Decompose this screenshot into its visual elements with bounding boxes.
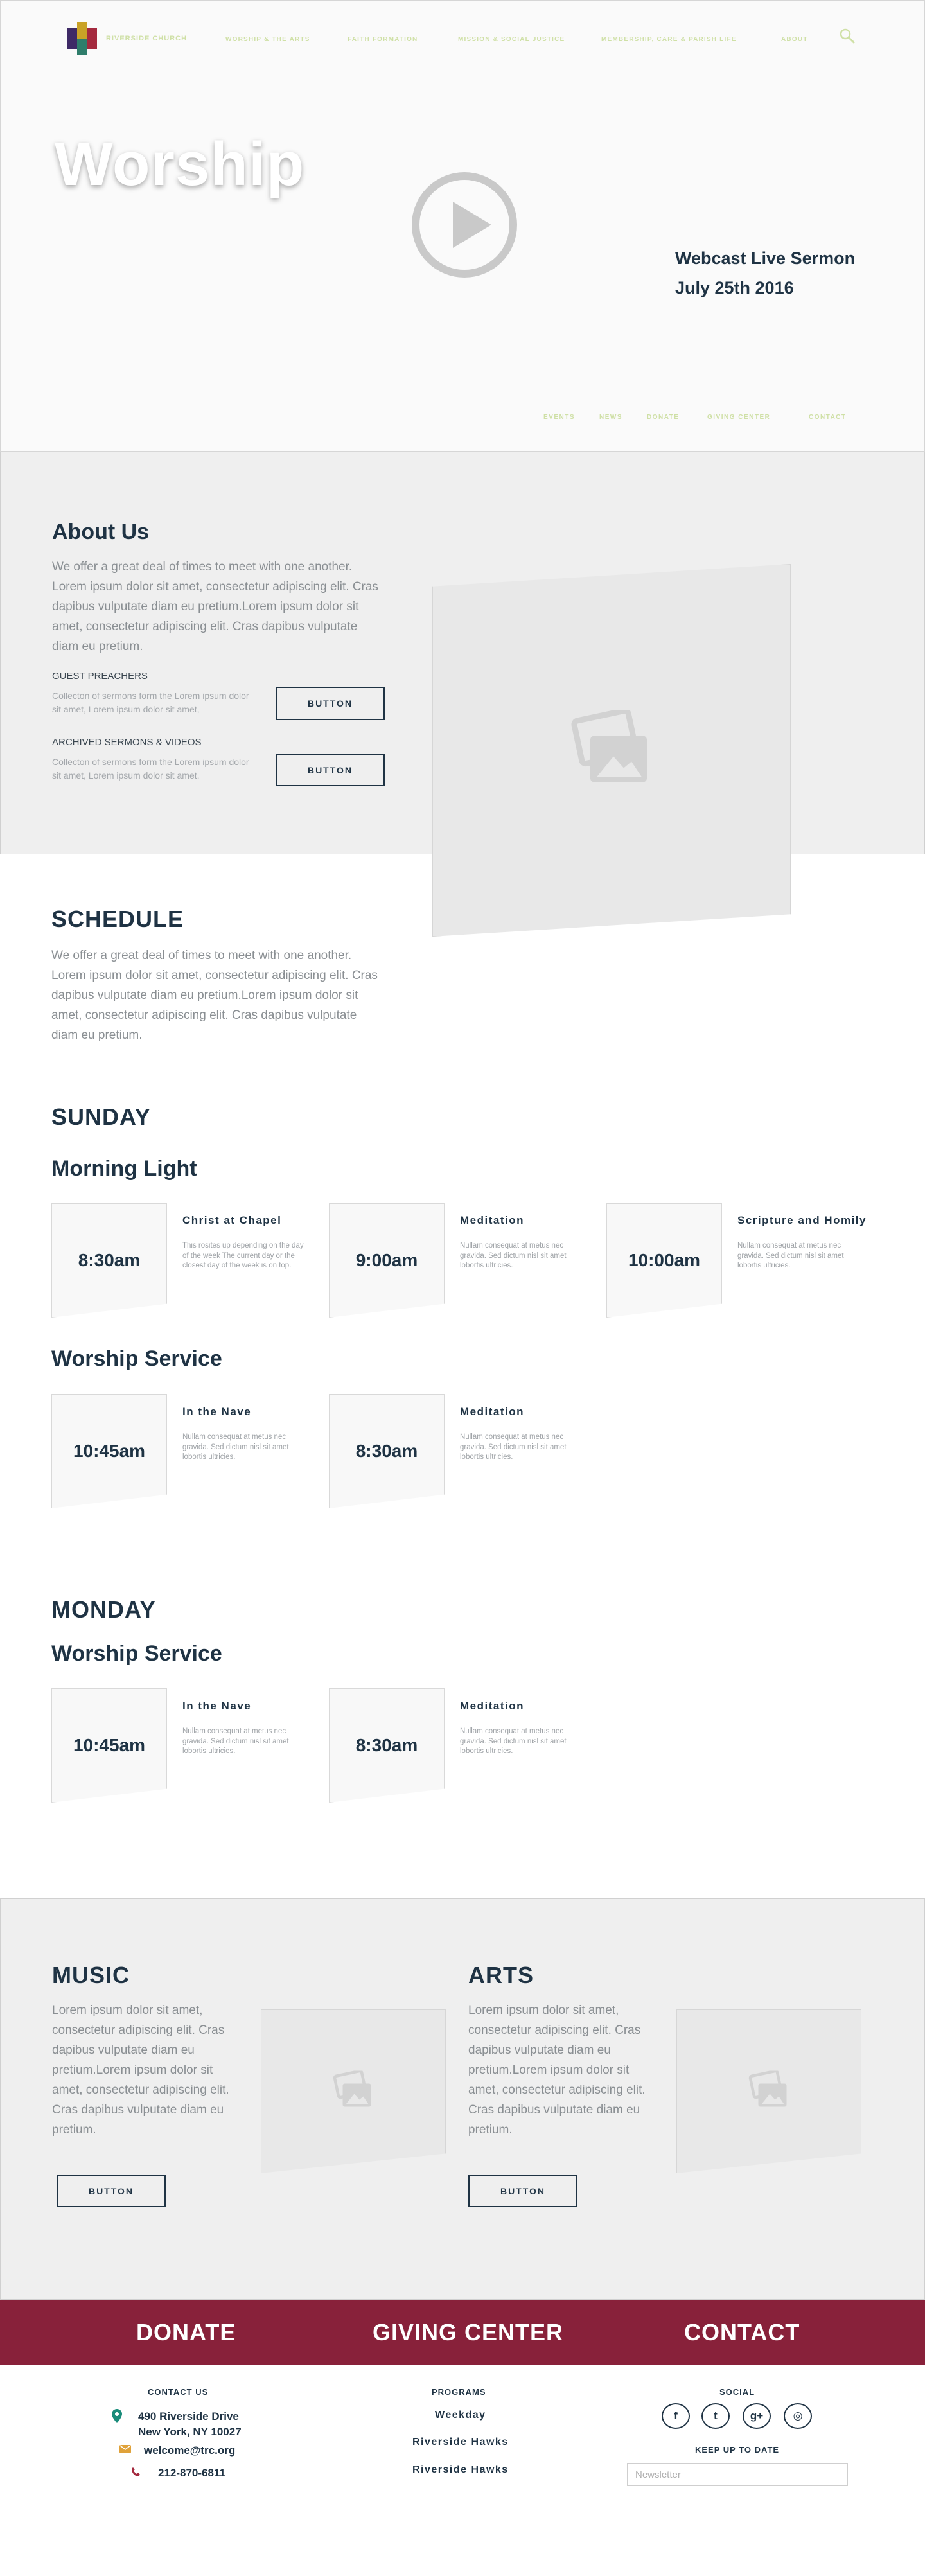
program-link-riverside-hawks-2[interactable]: Riverside Hawks xyxy=(412,2464,509,2476)
time-card[interactable]: 8:30am xyxy=(51,1203,167,1318)
contact-link[interactable]: CONTACT xyxy=(684,2319,800,2346)
phone-link[interactable]: 212-870-6811 xyxy=(158,2467,225,2480)
image-icon xyxy=(570,707,653,791)
event-desc: Nullam consequat at metus nec gravida. S… xyxy=(182,1727,289,1755)
image-icon xyxy=(332,2069,374,2112)
top-nav: RIVERSIDE CHURCH WORSHIP & THE ARTS FAIT… xyxy=(1,19,925,57)
subnav-donate[interactable]: DONATE xyxy=(647,414,679,421)
facebook-icon[interactable]: f xyxy=(662,2403,690,2429)
event-title: Meditation xyxy=(460,1700,524,1712)
nav-item-membership[interactable]: MEMBERSHIP, CARE & PARISH LIFE xyxy=(601,36,737,43)
sunday-heading: SUNDAY xyxy=(51,1104,151,1130)
arts-button[interactable]: BUTTON xyxy=(468,2175,577,2207)
donate-link[interactable]: DONATE xyxy=(136,2319,236,2346)
archived-sermons-label: ARCHIVED SERMONS & VIDEOS xyxy=(52,737,202,748)
arts-body: Lorem ipsum dolor sit amet, consectetur … xyxy=(468,2004,646,2137)
subnav-events[interactable]: EVENTS xyxy=(543,414,575,421)
event-title: Scripture and Homily xyxy=(737,1214,867,1226)
worship-service-heading: Worship Service xyxy=(51,1346,222,1371)
event-desc: Nullam consequat at metus nec gravida. S… xyxy=(737,1242,844,1269)
nav-item-about[interactable]: ABOUT xyxy=(781,36,808,43)
social-heading: SOCIAL xyxy=(719,2387,755,2397)
search-icon[interactable] xyxy=(839,28,856,44)
page: RIVERSIDE CHURCH WORSHIP & THE ARTS FAIT… xyxy=(0,0,925,2576)
logo-mark-icon xyxy=(67,22,97,55)
nav-item-mission[interactable]: MISSION & SOCIAL JUSTICE xyxy=(458,36,565,43)
play-icon xyxy=(453,202,491,248)
instagram-icon[interactable]: ◎ xyxy=(784,2403,812,2429)
play-button[interactable] xyxy=(412,172,517,278)
arts-heading: ARTS xyxy=(468,1962,534,1988)
event-desc: Nullam consequat at metus nec gravida. S… xyxy=(460,1242,567,1269)
logo[interactable]: RIVERSIDE CHURCH xyxy=(67,22,187,55)
time-card[interactable]: 8:30am xyxy=(329,1394,445,1508)
webcast-date: July 25th 2016 xyxy=(675,278,794,297)
time-card[interactable]: 10:45am xyxy=(51,1688,167,1803)
google-plus-icon[interactable]: g+ xyxy=(743,2403,771,2429)
giving-center-link[interactable]: GIVING CENTER xyxy=(373,2319,563,2346)
worship-service-heading: Worship Service xyxy=(51,1641,222,1666)
event-desc: Nullam consequat at metus nec gravida. S… xyxy=(460,1727,567,1755)
program-link-weekday[interactable]: Weekday xyxy=(435,2410,486,2421)
schedule-heading: SCHEDULE xyxy=(51,906,184,932)
event-title: In the Nave xyxy=(182,1406,252,1418)
email-link[interactable]: welcome@trc.org xyxy=(144,2444,235,2457)
time-card[interactable]: 8:30am xyxy=(329,1688,445,1803)
location-pin-icon xyxy=(112,2409,122,2423)
guest-preachers-label: GUEST PREACHERS xyxy=(52,671,148,682)
page-title: Worship xyxy=(55,130,305,198)
schedule-body: We offer a great deal of times to meet w… xyxy=(51,949,378,1042)
address-line-2: New York, NY 10027 xyxy=(138,2426,242,2438)
hero-section: RIVERSIDE CHURCH WORSHIP & THE ARTS FAIT… xyxy=(0,0,925,452)
keep-up-heading: KEEP UP TO DATE xyxy=(695,2445,780,2455)
time-card[interactable]: 9:00am xyxy=(329,1203,445,1318)
webcast-info: Webcast Live Sermon July 25th 2016 xyxy=(675,243,855,303)
about-image-placeholder xyxy=(432,564,791,937)
music-body: Lorem ipsum dolor sit amet, consectetur … xyxy=(52,2004,229,2137)
event-title: Christ at Chapel xyxy=(182,1214,282,1226)
time-card[interactable]: 10:45am xyxy=(51,1394,167,1508)
logo-text: RIVERSIDE CHURCH xyxy=(106,35,188,42)
subnav-giving-center[interactable]: GIVING CENTER xyxy=(707,414,770,421)
nav-item-worship-arts[interactable]: WORSHIP & THE ARTS xyxy=(225,36,310,43)
twitter-icon[interactable]: t xyxy=(701,2403,730,2429)
event-title: Meditation xyxy=(460,1406,524,1418)
webcast-title: Webcast Live Sermon xyxy=(675,249,856,268)
cta-bar: DONATE GIVING CENTER CONTACT xyxy=(0,2300,925,2365)
event-desc: Nullam consequat at metus nec gravida. S… xyxy=(182,1433,289,1461)
guest-preachers-button[interactable]: BUTTON xyxy=(276,687,385,720)
event-title: Meditation xyxy=(460,1214,524,1226)
music-button[interactable]: BUTTON xyxy=(57,2175,166,2207)
guest-preachers-text: Collecton of sermons form the Lorem ipsu… xyxy=(52,691,249,714)
programs-heading: PROGRAMS xyxy=(432,2387,486,2397)
phone-icon xyxy=(132,2467,140,2476)
music-arts-section: MUSIC Lorem ipsum dolor sit amet, consec… xyxy=(0,1898,925,2300)
address-line-1: 490 Riverside Drive xyxy=(138,2410,239,2422)
morning-light-heading: Morning Light xyxy=(51,1156,197,1181)
newsletter-input[interactable] xyxy=(627,2463,848,2486)
image-icon xyxy=(748,2069,790,2112)
program-link-riverside-hawks[interactable]: Riverside Hawks xyxy=(412,2437,509,2448)
email-icon xyxy=(119,2445,131,2453)
archived-sermons-text: Collecton of sermons form the Lorem ipsu… xyxy=(52,757,249,781)
monday-heading: MONDAY xyxy=(51,1596,156,1623)
music-image-placeholder xyxy=(261,2009,446,2173)
event-title: In the Nave xyxy=(182,1700,252,1712)
arts-image-placeholder xyxy=(676,2009,861,2173)
archived-sermons-button[interactable]: BUTTON xyxy=(276,754,385,786)
nav-item-faith-formation[interactable]: FAITH FORMATION xyxy=(348,36,418,43)
event-desc: Nullam consequat at metus nec gravida. S… xyxy=(460,1433,567,1461)
music-heading: MUSIC xyxy=(52,1962,130,1988)
about-heading: About Us xyxy=(52,520,150,544)
event-desc: This rosites up depending on the day of … xyxy=(182,1242,304,1269)
contact-us-heading: CONTACT US xyxy=(148,2387,209,2397)
subnav-contact[interactable]: CONTACT xyxy=(809,414,847,421)
subnav-news[interactable]: NEWS xyxy=(599,414,622,421)
about-body: We offer a great deal of times to meet w… xyxy=(52,560,378,653)
time-card[interactable]: 10:00am xyxy=(606,1203,722,1318)
